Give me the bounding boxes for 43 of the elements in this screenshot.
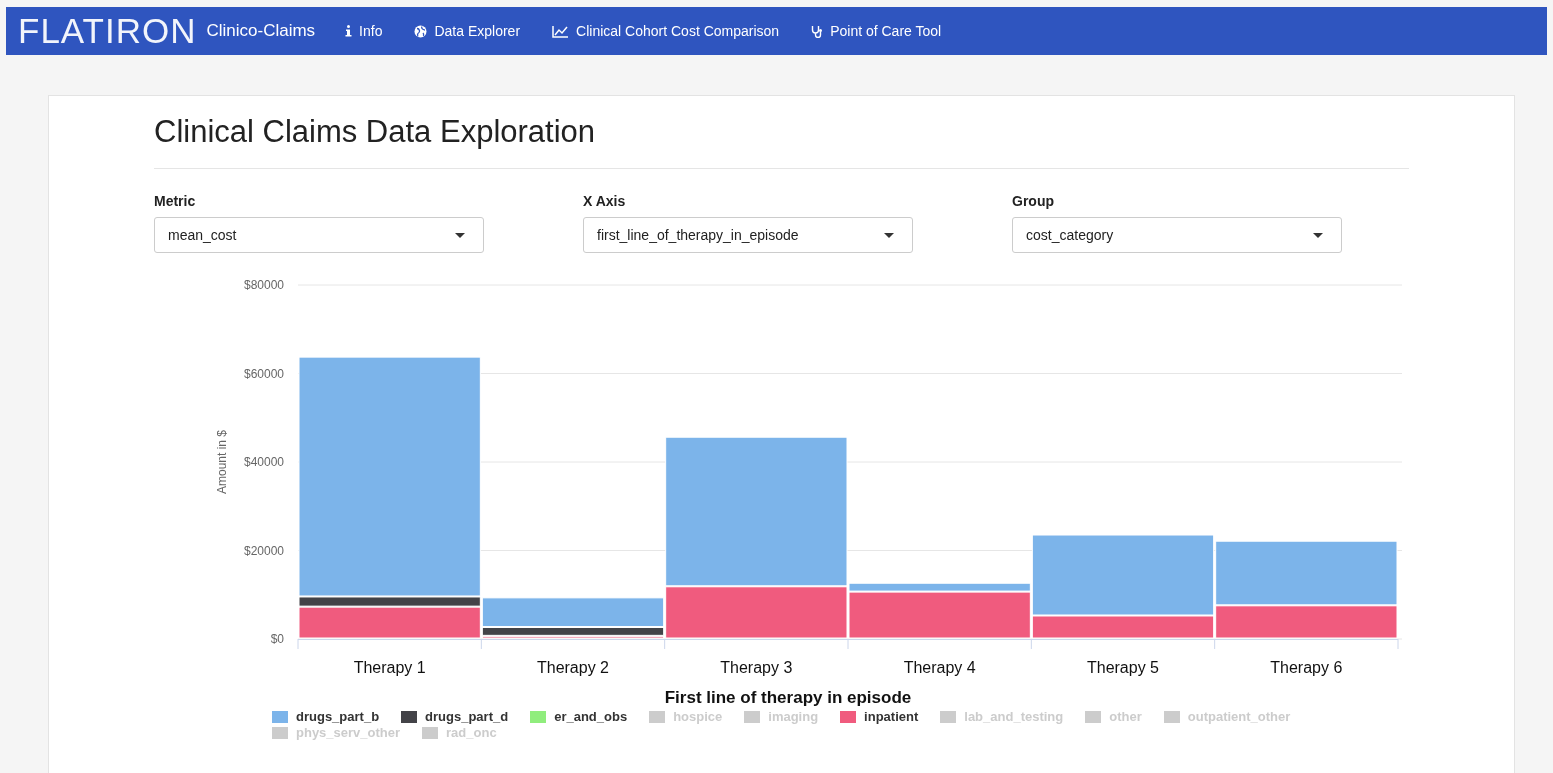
- axis-title: Amount in $: [215, 430, 229, 494]
- axis-title: First line of therapy in episode: [664, 688, 912, 707]
- axis-tick-label: $80000: [243, 278, 284, 292]
- category-label: Therapy 2: [537, 659, 609, 676]
- page-title: Clinical Claims Data Exploration: [154, 113, 597, 151]
- nav-link[interactable]: Point of Care Tool: [809, 19, 944, 43]
- info-icon: [345, 25, 353, 37]
- line-chart-icon: [552, 24, 570, 38]
- legend-label: drugs_part_d: [425, 709, 509, 724]
- field-label: X Axis: [583, 193, 627, 209]
- legend-label: er_and_obs: [554, 709, 628, 724]
- caret-icon: [1313, 232, 1323, 238]
- app-name: Clinico-Claims: [206, 21, 316, 41]
- brand-logo[interactable]: FLATIRON: [18, 11, 197, 51]
- nav-link[interactable]: Data Explorer: [412, 19, 523, 43]
- dropdown[interactable]: first_line_of_therapy_in_episode: [583, 217, 913, 253]
- bar-segment[interactable]: [481, 627, 665, 636]
- legend-item[interactable]: drugs_part_b: [272, 709, 380, 724]
- legend-item[interactable]: drugs_part_d: [401, 709, 509, 724]
- legend-item[interactable]: er_and_obs: [530, 709, 628, 724]
- axis-tick-label: $0: [270, 632, 284, 646]
- axis-tick-label: $60000: [243, 366, 284, 381]
- legend-label: drugs_part_b: [296, 709, 380, 724]
- dropdown[interactable]: cost_category: [1012, 217, 1342, 253]
- caret-icon: [884, 232, 894, 238]
- stethoscope-icon: [811, 24, 824, 38]
- category-label: Therapy 5: [1087, 659, 1159, 676]
- bar-segment[interactable]: [298, 596, 481, 607]
- legend-item[interactable]: inpatient: [840, 709, 919, 724]
- category-label: Therapy 1: [353, 659, 426, 676]
- axis-tick-label: $20000: [243, 543, 284, 558]
- dropdown[interactable]: mean_cost: [154, 217, 484, 253]
- legend-label: inpatient: [864, 709, 919, 724]
- field-label: Group: [1012, 193, 1055, 209]
- globe-icon: [414, 24, 428, 38]
- nav-link[interactable]: Info: [343, 19, 385, 43]
- category-label: Therapy 4: [903, 659, 976, 676]
- nav-link[interactable]: Clinical Cohort Cost Comparison: [550, 19, 782, 43]
- field-label: Metric: [154, 193, 197, 209]
- category-label: Therapy 6: [1270, 659, 1343, 676]
- caret-icon: [455, 232, 465, 238]
- axis-tick-label: $40000: [243, 455, 284, 469]
- category-label: Therapy 3: [720, 659, 793, 676]
